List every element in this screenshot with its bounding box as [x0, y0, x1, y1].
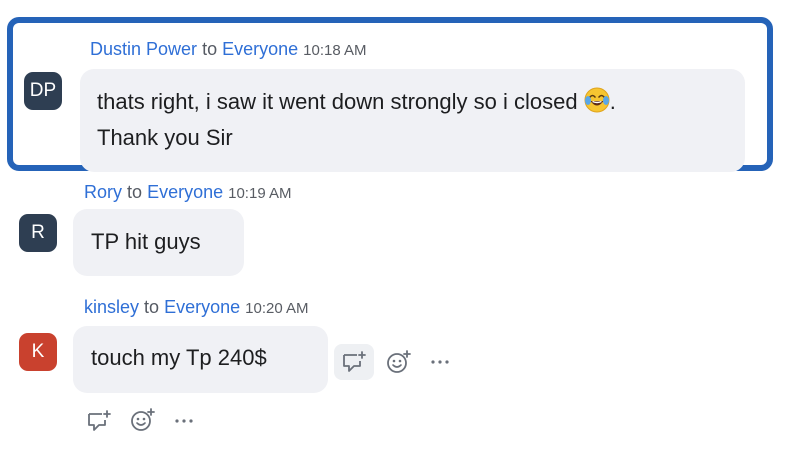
message-line: thats right, i saw it went down strongly…	[97, 84, 729, 120]
more-options-button[interactable]	[168, 404, 200, 438]
to-label: to	[144, 297, 160, 317]
reply-icon	[341, 350, 367, 374]
avatar[interactable]: K	[19, 333, 57, 371]
timestamp: 10:20 AM	[245, 300, 309, 317]
to-label: to	[202, 39, 218, 59]
timestamp: 10:18 AM	[303, 42, 367, 59]
recipient-name[interactable]: Everyone	[222, 39, 298, 59]
recipient-name[interactable]: Everyone	[147, 182, 223, 202]
message-header: Rory to Everyone 10:19 AM	[84, 182, 292, 203]
message-bubble[interactable]: TP hit guys	[73, 209, 244, 276]
more-options-button[interactable]	[424, 344, 456, 380]
reply-button[interactable]	[82, 404, 116, 438]
timestamp: 10:19 AM	[228, 185, 292, 202]
more-options-icon	[430, 359, 450, 365]
message-line: Thank you Sir	[97, 125, 233, 150]
reply-icon	[86, 409, 112, 433]
add-reaction-icon	[386, 349, 412, 375]
to-label: to	[127, 182, 143, 202]
message-header: kinsley to Everyone 10:20 AM	[84, 297, 309, 318]
add-reaction-button[interactable]	[126, 403, 160, 437]
face-with-tears-of-joy-emoji	[584, 87, 610, 113]
message-bubble[interactable]: touch my Tp 240$	[73, 326, 328, 393]
sender-name[interactable]: kinsley	[84, 297, 139, 317]
message-text-end: .	[609, 89, 616, 114]
avatar[interactable]: R	[19, 214, 57, 252]
recipient-name[interactable]: Everyone	[164, 297, 240, 317]
avatar[interactable]: DP	[24, 72, 62, 110]
sender-name[interactable]: Dustin Power	[90, 39, 197, 59]
add-reaction-button[interactable]	[382, 344, 416, 380]
reply-button[interactable]	[334, 344, 374, 380]
add-reaction-icon	[130, 407, 156, 433]
more-options-icon	[174, 418, 194, 424]
sender-name[interactable]: Rory	[84, 182, 122, 202]
message-header: Dustin Power to Everyone 10:18 AM	[90, 39, 367, 60]
message-bubble[interactable]: thats right, i saw it went down strongly…	[80, 69, 745, 172]
message-text: thats right, i saw it went down strongly…	[97, 89, 578, 114]
